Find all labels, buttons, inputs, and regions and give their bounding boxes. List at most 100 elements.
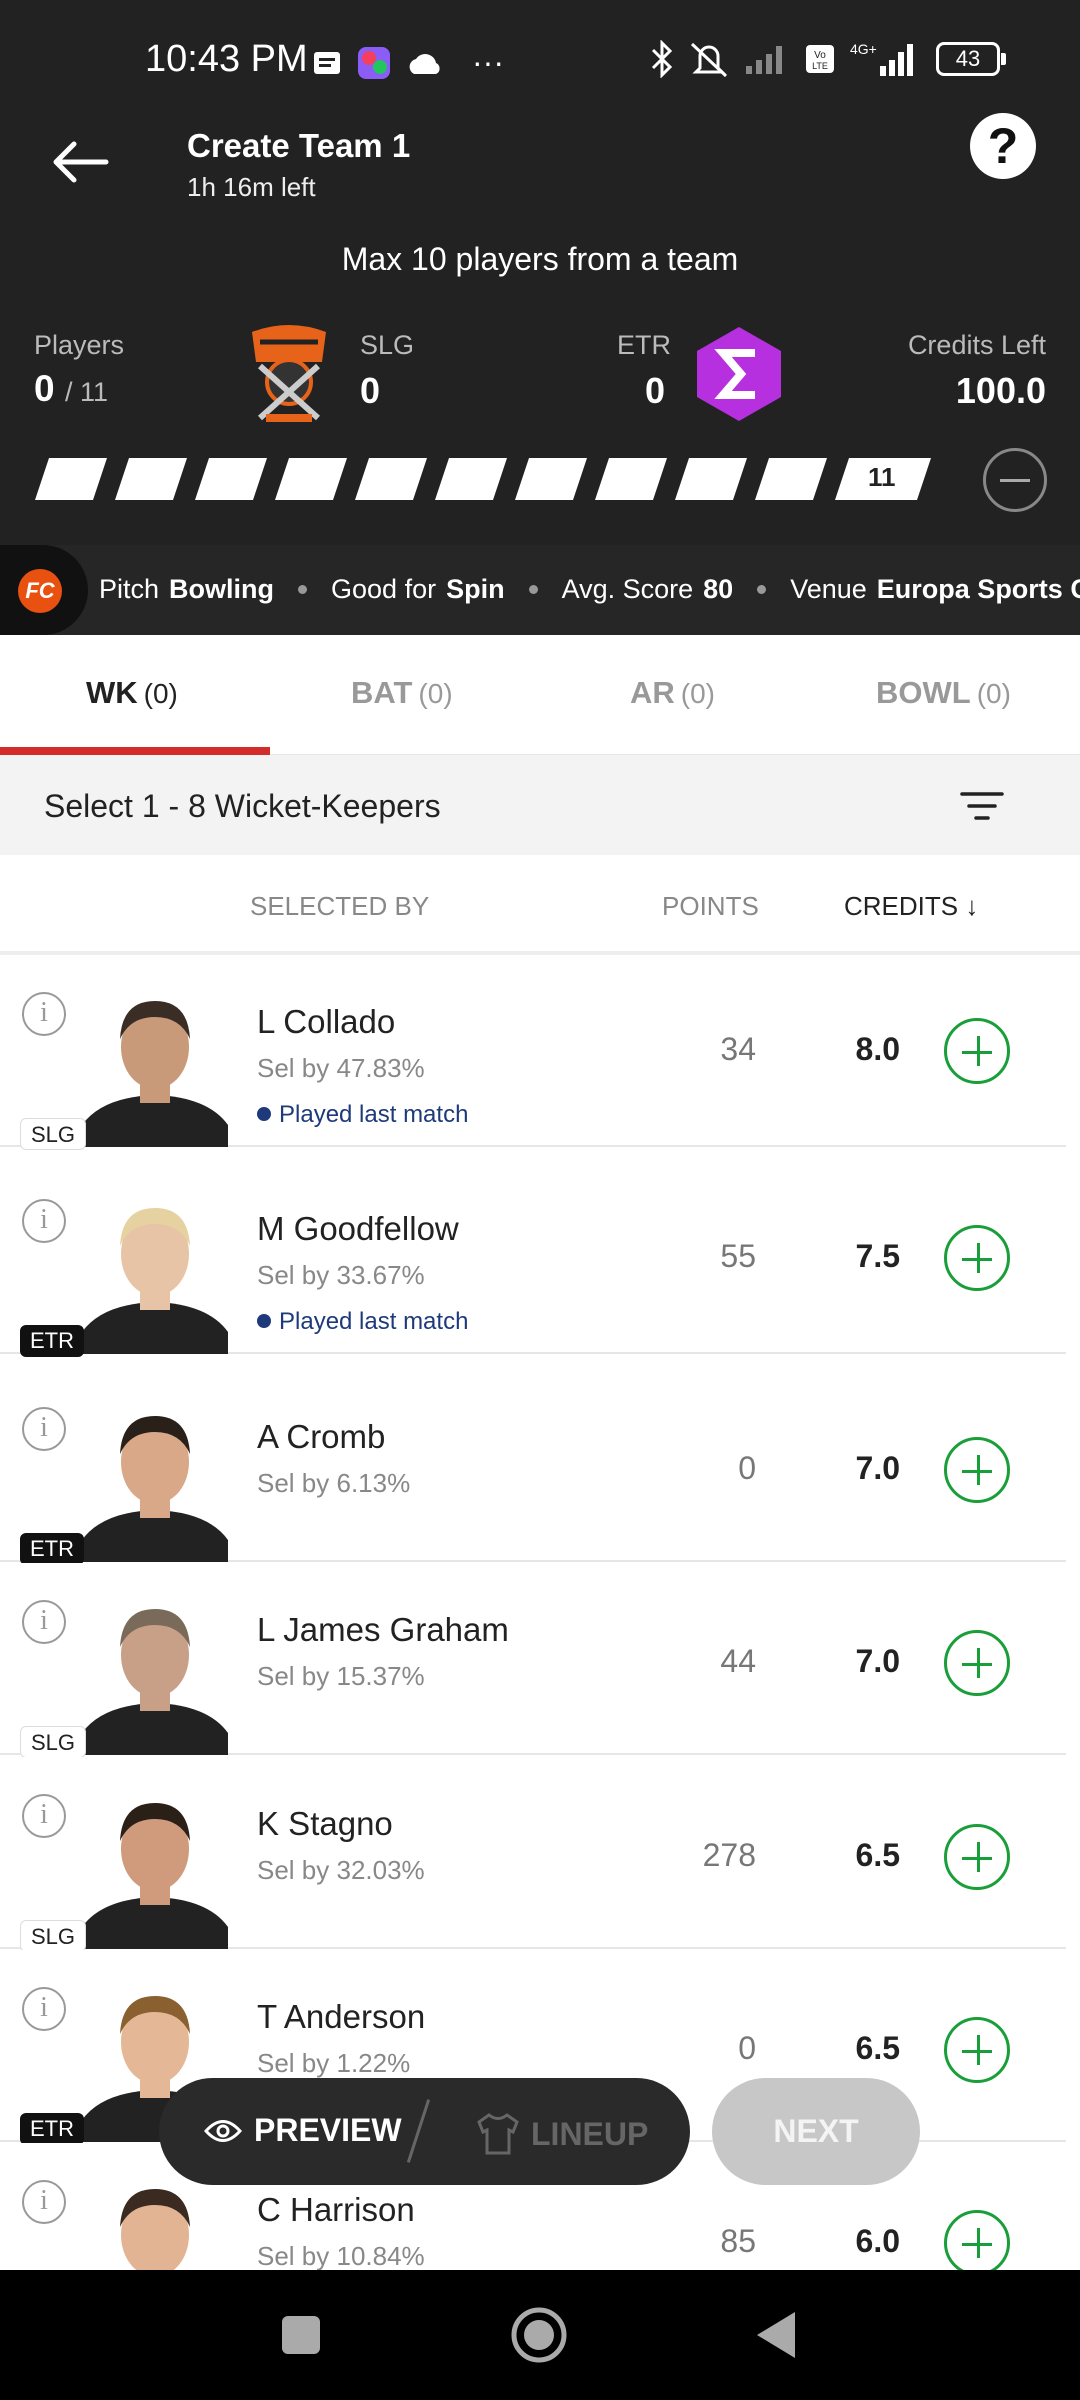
filter-icon[interactable] — [960, 790, 1004, 822]
add-player-button[interactable] — [944, 1225, 1010, 1291]
app-icon — [358, 46, 390, 79]
selected-by-header[interactable]: SELECTED BY — [250, 891, 429, 922]
player-points: 44 — [720, 1643, 756, 1679]
player-points: 55 — [720, 1238, 756, 1274]
svg-text:Vo: Vo — [814, 50, 826, 61]
mute-vibrate-icon — [690, 42, 728, 78]
player-info-icon[interactable]: i — [22, 1600, 66, 1644]
player-name: A Cromb — [257, 1418, 386, 1455]
team-badge: ETR — [20, 1533, 84, 1565]
pitch-label: Pitch — [99, 574, 160, 604]
player-points: 85 — [720, 2223, 756, 2259]
lineup-label: LINEUP — [531, 2115, 649, 2152]
back-nav-icon[interactable] — [755, 2310, 797, 2360]
credits-header[interactable]: CREDITS ↓ — [844, 891, 978, 922]
volte-icon: VoLTE — [806, 45, 834, 73]
page-title: Create Team 1 — [187, 127, 411, 164]
next-button[interactable]: NEXT — [712, 2078, 920, 2185]
role-tabs: WK (0) BAT (0) AR (0) BOWL (0) — [0, 635, 1080, 755]
notification-icon — [314, 51, 340, 74]
pitch-info-strip: FC Pitch Bowling Good for Spin Avg. Score 8… — [0, 545, 1080, 635]
player-name: C Harrison — [257, 2191, 415, 2228]
bluetooth-icon — [651, 40, 673, 78]
fc-logo: FC — [0, 545, 88, 635]
player-credits: 6.5 — [855, 2030, 900, 2066]
player-points: 0 — [738, 2030, 756, 2066]
preview-label: PREVIEW — [254, 2112, 402, 2148]
tab-bowl[interactable]: BOWL (0) — [876, 675, 1011, 711]
credits-left-value: 100.0 — [955, 370, 1046, 411]
player-name: L Collado — [257, 1003, 396, 1040]
players-label: Players — [34, 330, 125, 360]
home-icon[interactable] — [510, 2306, 568, 2364]
played-last-match: Played last match — [257, 1101, 468, 1129]
selection-hint-bar: Select 1 - 8 Wicket-Keepers — [0, 755, 1080, 855]
recent-apps-icon[interactable] — [280, 2314, 322, 2356]
selected-by-percent: Sel by 10.84% — [257, 2241, 425, 2270]
preview-button[interactable]: PREVIEW — [204, 2112, 402, 2149]
player-row[interactable]: i SLG L Collado Sel by 47.83% Played las… — [0, 955, 1066, 1150]
jersey-icon — [477, 2113, 519, 2155]
player-credits: 6.0 — [855, 2223, 900, 2259]
team2-count: 0 — [645, 370, 666, 411]
status-time: 10:43 PM — [145, 38, 308, 80]
venue-value: Europa Sports C — [876, 574, 1080, 604]
tab-wk[interactable]: WK (0) — [86, 675, 178, 711]
team-badge: SLG — [20, 1726, 87, 1758]
svg-text:LTE: LTE — [812, 61, 828, 71]
team-badge: SLG — [20, 1920, 87, 1952]
active-tab-indicator — [0, 747, 270, 755]
good-for-value: Spin — [446, 574, 505, 604]
selected-by-percent: Sel by 6.13% — [257, 1468, 411, 1498]
player-name: L James Graham — [257, 1611, 509, 1648]
back-arrow-icon[interactable] — [50, 140, 110, 184]
selected-by-percent: Sel by 33.67% — [257, 1260, 425, 1290]
add-player-button[interactable] — [944, 1018, 1010, 1084]
clear-team-button[interactable] — [983, 448, 1047, 512]
player-row[interactable]: i SLG K Stagno Sel by 32.03% 278 6.5 — [0, 1757, 1066, 1952]
player-avatar — [82, 1609, 228, 1755]
add-player-button[interactable] — [944, 2210, 1010, 2270]
player-row[interactable]: i SLG L James Graham Sel by 15.37% 44 7.… — [0, 1563, 1066, 1758]
player-points: 0 — [738, 1450, 756, 1486]
system-nav-bar — [0, 2270, 1080, 2400]
player-points: 278 — [702, 1837, 756, 1873]
player-credits: 6.5 — [855, 1837, 900, 1873]
team-progress-bar — [35, 458, 931, 500]
player-info-icon[interactable]: i — [22, 1407, 66, 1451]
pitch-value: Bowling — [169, 574, 275, 604]
status-bar: 10:43 PM ··· Vo LTE 4G+ 43 — [0, 30, 1080, 90]
team-badge: ETR — [20, 1325, 84, 1357]
player-info-icon[interactable]: i — [22, 2180, 66, 2224]
player-info-icon[interactable]: i — [22, 1199, 66, 1243]
preview-lineup-bar: PREVIEW LINEUP — [159, 2078, 690, 2185]
selected-by-percent: Sel by 1.22% — [257, 2048, 411, 2078]
player-avatar — [82, 1208, 228, 1354]
points-header[interactable]: POINTS — [662, 891, 759, 922]
selection-hint: Select 1 - 8 Wicket-Keepers — [44, 788, 441, 824]
credits-left-label: Credits Left — [907, 330, 1046, 360]
player-row[interactable]: i ETR M Goodfellow Sel by 33.67% Played … — [0, 1162, 1066, 1357]
selected-by-percent: Sel by 47.83% — [257, 1053, 425, 1083]
signal-4g-icon: 4G+ — [850, 41, 913, 76]
player-credits: 7.0 — [855, 1450, 900, 1486]
tab-bat[interactable]: BAT (0) — [351, 675, 453, 711]
progress-end-label: 11 — [868, 462, 896, 492]
player-name: K Stagno — [257, 1805, 393, 1842]
player-info-icon[interactable]: i — [22, 1794, 66, 1838]
tab-ar[interactable]: AR (0) — [630, 675, 715, 711]
team1-count: 0 — [360, 370, 381, 411]
add-player-button[interactable] — [944, 1630, 1010, 1696]
add-player-button[interactable] — [944, 2017, 1010, 2083]
time-left: 1h 16m left — [187, 172, 316, 202]
add-player-button[interactable] — [944, 1437, 1010, 1503]
player-row[interactable]: i ETR A Cromb Sel by 6.13% 0 7.0 — [0, 1370, 1066, 1565]
player-info-icon[interactable]: i — [22, 992, 66, 1036]
player-avatar — [82, 1416, 228, 1562]
help-button[interactable]: ? — [970, 113, 1036, 179]
add-player-button[interactable] — [944, 1824, 1010, 1890]
player-info-icon[interactable]: i — [22, 1987, 66, 2031]
team2-name: ETR — [617, 330, 671, 360]
lineup-button[interactable]: LINEUP — [475, 2112, 648, 2156]
player-name: M Goodfellow — [257, 1210, 459, 1247]
